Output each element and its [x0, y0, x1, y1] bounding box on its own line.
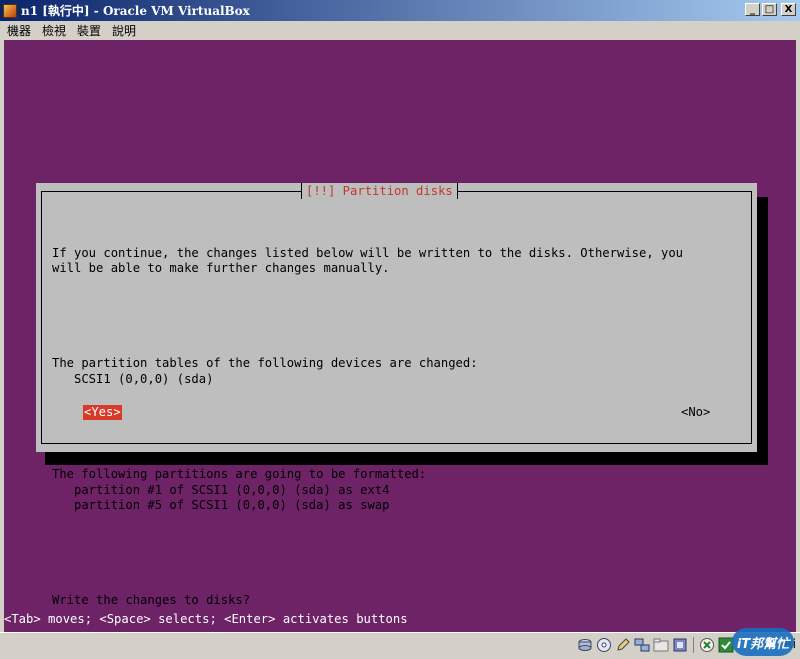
optical-drive-icon[interactable] [596, 637, 612, 653]
mouse-integration-icon[interactable] [699, 637, 715, 653]
status-icons [577, 637, 734, 653]
menu-view[interactable]: 檢視 [38, 22, 70, 39]
hard-disk-icon[interactable] [577, 637, 593, 653]
menu-machine[interactable]: 機器 [3, 22, 35, 39]
menu-help[interactable]: 說明 [108, 22, 140, 39]
pencil-icon[interactable] [615, 637, 631, 653]
dialog-paragraph-warning: If you continue, the changes listed belo… [52, 245, 684, 276]
video-capture-icon[interactable] [672, 637, 688, 653]
no-button[interactable]: <No> [681, 405, 710, 420]
yes-button[interactable]: <Yes> [83, 405, 122, 420]
window-controls: _ □ X [745, 3, 796, 16]
minimize-button[interactable]: _ [745, 3, 760, 16]
shared-folder-icon[interactable] [653, 637, 669, 653]
virtualbox-app-icon[interactable] [3, 3, 17, 18]
network-icon[interactable] [634, 637, 650, 653]
status-separator [693, 637, 694, 653]
dialog-question: Write the changes to disks? [52, 593, 251, 608]
dialog-paragraph-formatted: The following partitions are going to be… [52, 466, 427, 513]
window-title: n1 [執行中] - Oracle VM VirtualBox [21, 4, 250, 18]
dialog-title: [!!] Partition disks [301, 183, 458, 199]
menu-devices[interactable]: 裝置 [73, 22, 105, 39]
dialog-body: If you continue, the changes listed belo… [52, 214, 742, 632]
status-bar: Ri [0, 632, 800, 659]
menu-bar: 機器 檢視 裝置 說明 [0, 21, 800, 39]
partition-dialog: [!!] Partition disks If you continue, th… [36, 183, 757, 607]
keyboard-help-line: <Tab> moves; <Space> selects; <Enter> ac… [4, 612, 408, 626]
window-title-bar[interactable]: n1 [執行中] - Oracle VM VirtualBox _ □ X [0, 0, 800, 21]
close-button[interactable]: X [781, 3, 796, 16]
ithome-watermark: iT邦幫忙 [732, 628, 794, 656]
vm-display[interactable]: [!!] Partition disks If you continue, th… [4, 40, 796, 632]
dialog-paragraph-partition-tables: The partition tables of the following de… [52, 356, 478, 386]
maximize-button[interactable]: □ [762, 3, 777, 16]
